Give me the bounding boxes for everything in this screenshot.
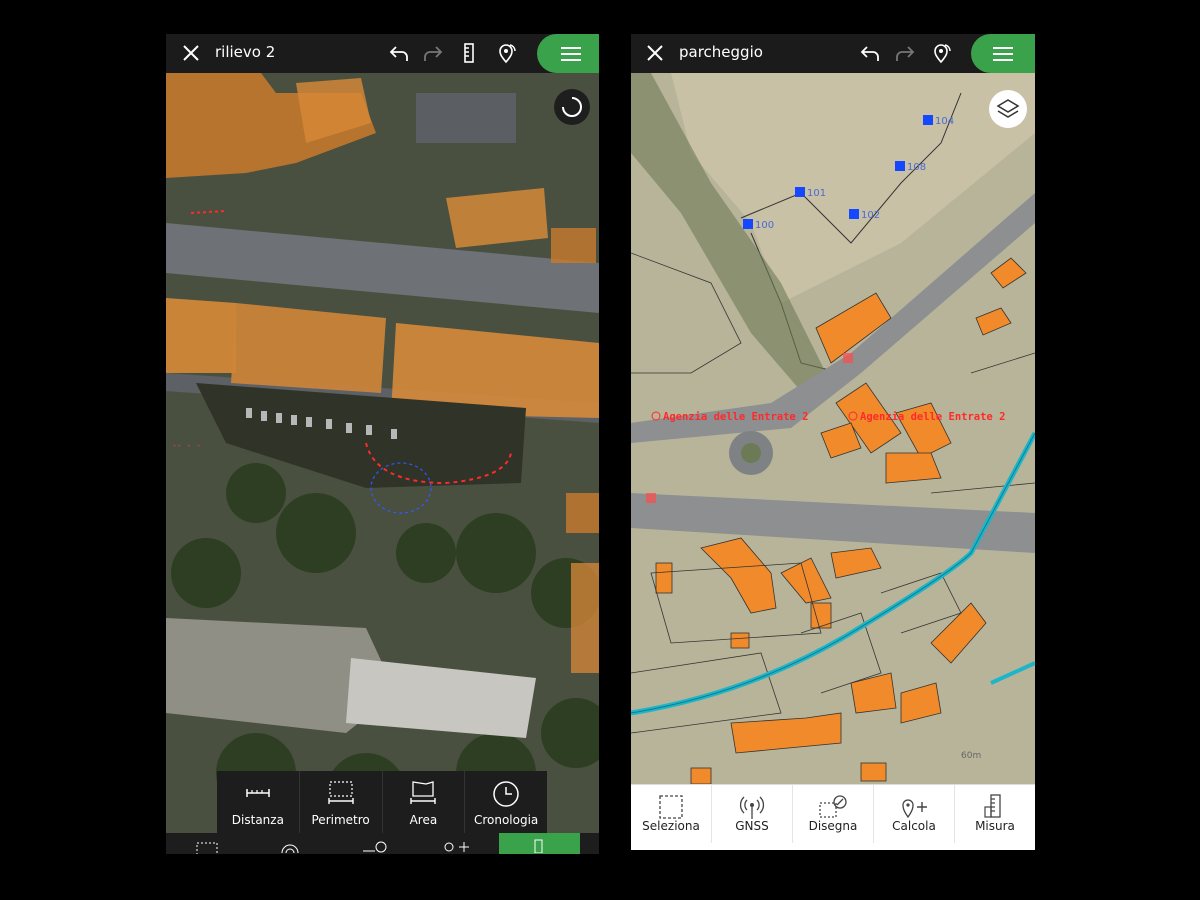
point-label: 102 xyxy=(861,210,880,221)
svg-text:-- - -: -- - - xyxy=(172,441,201,450)
left-topbar: rilievo 2 xyxy=(166,34,599,73)
location-pins-icon[interactable] xyxy=(930,42,952,64)
gnss-antenna-icon xyxy=(739,796,765,819)
measure-label: Misura xyxy=(975,819,1015,833)
calculate-tool[interactable]: Calcola xyxy=(874,785,955,843)
main-toolbar: Seleziona GNSS Disegna Calcola Misura xyxy=(631,784,1035,843)
right-topbar: parcheggio xyxy=(631,34,1035,73)
undo-icon[interactable] xyxy=(859,42,881,64)
area-tool[interactable]: Area xyxy=(383,771,466,833)
history-tool[interactable]: Cronologia xyxy=(465,771,547,833)
close-icon[interactable] xyxy=(180,42,202,64)
draw-label: Disegna xyxy=(808,819,858,833)
loading-indicator xyxy=(554,89,590,125)
gnss-tool[interactable]: GNSS xyxy=(712,785,793,843)
distance-label: Distanza xyxy=(231,813,284,827)
redo-icon[interactable] xyxy=(894,42,916,64)
area-label: Area xyxy=(409,813,438,827)
gnss-antenna-icon[interactable] xyxy=(278,841,302,854)
redo-icon[interactable] xyxy=(422,42,444,64)
point-label: 108 xyxy=(907,162,926,173)
draw-icon xyxy=(819,795,847,818)
refresh-icon xyxy=(562,97,582,117)
calculate-pin-icon xyxy=(902,799,927,819)
cadastral-map[interactable]: 100 101 102 108 104 Agenzia delle Entrat… xyxy=(631,73,1035,784)
point-label: 101 xyxy=(807,188,826,199)
measure-tools-panel: Distanza Perimetro Area Cronologia xyxy=(217,771,547,833)
agency-label: Agenzia delle Entrate 2 xyxy=(860,411,1005,423)
measure-tool[interactable]: Misura xyxy=(955,785,1035,843)
satellite-map[interactable]: -- - - xyxy=(166,73,599,833)
point-label: 100 xyxy=(755,220,774,231)
perimeter-icon xyxy=(327,781,354,804)
select-icon[interactable] xyxy=(196,841,218,854)
ruler-distance-icon xyxy=(246,789,270,797)
point-label: 104 xyxy=(935,116,954,127)
measure-icon xyxy=(534,839,543,853)
right-screen: parcheggio 100 101 102 108 104 Agenzia d… xyxy=(631,34,1035,850)
calculate-label: Calcola xyxy=(892,819,936,833)
select-tool[interactable]: Seleziona xyxy=(631,785,712,843)
left-screen: rilievo 2 -- - - Distanza Perimetro Area… xyxy=(166,34,599,854)
history-label: Cronologia xyxy=(473,813,539,827)
layers-button[interactable] xyxy=(989,90,1027,128)
draw-icon[interactable] xyxy=(361,839,389,853)
page-title: rilievo 2 xyxy=(215,43,276,61)
perimeter-tool[interactable]: Perimetro xyxy=(300,771,383,833)
distance-tool[interactable]: Distanza xyxy=(217,771,300,833)
ruler-icon[interactable] xyxy=(458,42,480,64)
scale-label: 60m xyxy=(961,751,982,761)
area-icon xyxy=(410,781,437,804)
select-icon xyxy=(659,795,683,819)
clock-icon xyxy=(493,781,519,807)
agency-label: Agenzia delle Entrate 2 xyxy=(663,411,808,423)
undo-icon[interactable] xyxy=(388,42,410,64)
left-bottom-toolbar xyxy=(166,833,599,854)
close-icon[interactable] xyxy=(644,42,666,64)
location-pins-icon[interactable] xyxy=(495,42,517,64)
gnss-label: GNSS xyxy=(735,819,769,833)
menu-button[interactable] xyxy=(537,34,599,73)
menu-button[interactable] xyxy=(971,34,1035,73)
page-title: parcheggio xyxy=(679,43,763,61)
layers-icon xyxy=(996,99,1020,118)
measure-icon xyxy=(984,794,1001,818)
measure-active-button[interactable] xyxy=(499,833,580,854)
perimeter-label: Perimetro xyxy=(311,813,370,827)
select-label: Seleziona xyxy=(642,819,700,833)
calculate-pin-icon[interactable] xyxy=(441,839,471,853)
draw-tool[interactable]: Disegna xyxy=(793,785,874,843)
